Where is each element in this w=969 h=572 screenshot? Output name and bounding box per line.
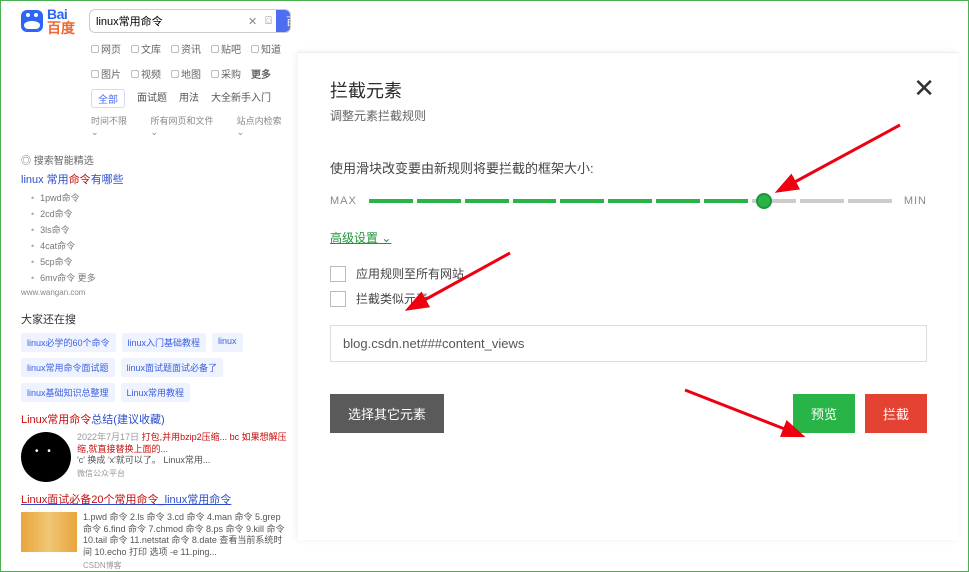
tab-zhidao[interactable]: 知道 — [251, 41, 281, 56]
related-tag[interactable]: Linux常用教程 — [121, 383, 191, 402]
result-title[interactable]: Linux面试必备20个常用命令_linux常用命令 — [21, 494, 231, 506]
advanced-settings-link[interactable]: 高级设置 — [330, 229, 391, 246]
block-button[interactable]: 拦截 — [865, 394, 927, 433]
logo-text-top: Bai — [47, 7, 75, 21]
logo-text-bottom: 百度 — [47, 21, 75, 35]
modal-subtitle: 调整元素拦截规则 — [330, 107, 927, 124]
block-similar-label: 拦截类似元素 — [356, 290, 428, 307]
search-input[interactable] — [90, 15, 244, 27]
result-snippet: 1.pwd 命令 2.ls 命令 3.cd 命令 4.man 命令 5.grep… — [83, 512, 291, 571]
block-element-modal: ✕ 拦截元素 调整元素拦截规则 使用滑块改变要由新规则将要拦截的框架大小: MA… — [298, 52, 959, 540]
result-title[interactable]: Linux常用命令总结(建议收藏) — [21, 414, 165, 426]
result-source: www.wangan.com — [21, 288, 291, 297]
search-bar: ✕ ⌼ 百度一下 — [89, 9, 291, 33]
close-icon[interactable]: ✕ — [913, 73, 935, 104]
result-snippet: 2022年7月17日 打包,并用bzip2压缩... bc 如果想解压缩,就直接… — [77, 432, 291, 482]
slider-label: 使用滑块改变要由新规则将要拦截的框架大小: — [330, 158, 927, 177]
result-thumbnail — [21, 432, 71, 482]
list-item[interactable]: 3ls命令 — [31, 223, 291, 236]
slider-max-label: MAX — [330, 195, 357, 207]
filter-item[interactable]: 用法 — [179, 89, 199, 108]
filter-item[interactable]: 大全新手入门 — [211, 89, 271, 108]
tab-video[interactable]: 视频 — [131, 66, 161, 81]
related-tag[interactable]: linux基础知识总整理 — [21, 383, 115, 402]
list-item[interactable]: 6mv命令 更多 — [31, 271, 291, 284]
rule-input[interactable] — [330, 325, 927, 362]
related-tag[interactable]: linux常用命令面试题 — [21, 358, 115, 377]
size-slider[interactable] — [369, 199, 892, 203]
related-tag[interactable]: linux入门基础教程 — [122, 333, 207, 352]
tab-more[interactable]: 更多 — [251, 66, 271, 81]
list-item[interactable]: 1pwd命令 — [31, 191, 291, 204]
subfilter-site[interactable]: 站点内检索 — [237, 114, 291, 138]
tab-image[interactable]: 图片 — [91, 66, 121, 81]
select-other-button[interactable]: 选择其它元素 — [330, 394, 444, 433]
block-similar-checkbox[interactable] — [330, 291, 346, 307]
smart-section-title: 搜索智能精选 — [21, 152, 291, 167]
search-button[interactable]: 百度一下 — [276, 10, 291, 32]
subfilter-time[interactable]: 时间不限 — [91, 114, 136, 138]
tab-news[interactable]: 资讯 — [171, 41, 201, 56]
tab-map[interactable]: 地图 — [171, 66, 201, 81]
clear-icon[interactable]: ✕ — [248, 13, 257, 29]
slider-min-label: MIN — [904, 195, 927, 207]
subfilter-filetype[interactable]: 所有网页和文件 — [150, 114, 222, 138]
preview-button[interactable]: 预览 — [793, 394, 855, 433]
list-item[interactable]: 2cd命令 — [31, 207, 291, 220]
tab-wenku[interactable]: 文库 — [131, 41, 161, 56]
list-item[interactable]: 5cp命令 — [31, 255, 291, 268]
tab-web[interactable]: 网页 — [91, 41, 121, 56]
paw-icon — [21, 10, 43, 32]
also-viewed-title: 大家还在搜 — [21, 311, 291, 327]
filter-all[interactable]: 全部 — [91, 89, 125, 108]
related-tag[interactable]: linux — [212, 333, 243, 352]
result-thumbnail — [21, 512, 77, 552]
related-tag[interactable]: linux必学的60个命令 — [21, 333, 116, 352]
modal-title: 拦截元素 — [330, 77, 927, 103]
tab-tieba[interactable]: 贴吧 — [211, 41, 241, 56]
tab-buy[interactable]: 采购 — [211, 66, 241, 81]
apply-all-sites-label: 应用规则至所有网站 — [356, 265, 464, 282]
related-tag[interactable]: linux面试题面试必备了 — [121, 358, 224, 377]
camera-icon[interactable]: ⌼ — [265, 13, 272, 29]
filter-item[interactable]: 面试题 — [137, 89, 167, 108]
apply-all-sites-checkbox[interactable] — [330, 266, 346, 282]
result-title[interactable]: linux 常用命令有哪些 — [21, 174, 124, 186]
baidu-logo[interactable]: Bai 百度 — [21, 7, 75, 35]
slider-handle[interactable] — [756, 193, 772, 209]
list-item[interactable]: 4cat命令 — [31, 239, 291, 252]
category-tabs: 网页 文库 资讯 贴吧 知道 图片 视频 地图 采购 更多 — [91, 41, 291, 81]
